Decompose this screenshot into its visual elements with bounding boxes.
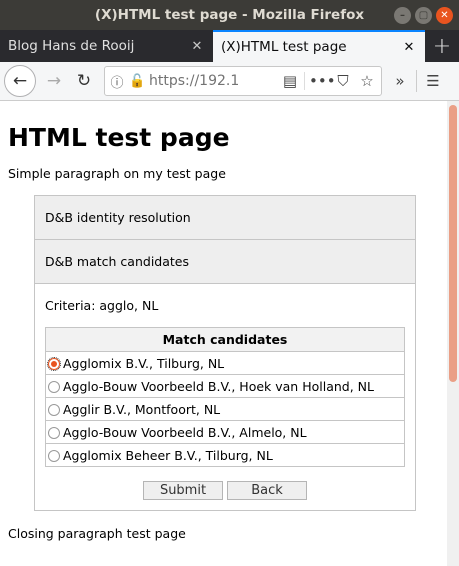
accordion-header-label: D&B match candidates bbox=[45, 254, 189, 269]
criteria-text: Criteria: agglo, NL bbox=[45, 298, 159, 313]
insecure-lock-icon[interactable]: 🔓 bbox=[129, 74, 145, 89]
match-candidates-table: Match candidates Agglomix B.V., Tilburg,… bbox=[45, 327, 405, 467]
table-row[interactable]: Agglomix B.V., Tilburg, NL bbox=[45, 351, 405, 375]
url-bar[interactable]: ⓘ 🔓 https://192.1 ▤ ••• ⛉ ☆ bbox=[104, 66, 382, 96]
forward-icon[interactable]: → bbox=[40, 67, 68, 95]
close-tab-icon[interactable]: ✕ bbox=[189, 39, 205, 54]
scrollbar-thumb[interactable] bbox=[449, 105, 457, 382]
candidate-label[interactable]: Agglomix Beheer B.V., Tilburg, NL bbox=[63, 448, 273, 463]
radio-button[interactable] bbox=[47, 357, 61, 371]
candidate-label[interactable]: Agglo-Bouw Voorbeeld B.V., Almelo, NL bbox=[63, 425, 307, 440]
url-text[interactable]: https://192.1 bbox=[149, 73, 276, 89]
close-tab-icon[interactable]: ✕ bbox=[401, 40, 417, 55]
overflow-icon[interactable]: » bbox=[390, 72, 410, 90]
table-row[interactable]: Agglomix Beheer B.V., Tilburg, NL bbox=[45, 443, 405, 467]
toolbar-separator bbox=[416, 70, 417, 92]
form-buttons: Submit Back bbox=[45, 481, 405, 500]
table-row[interactable]: Agglo-Bouw Voorbeeld B.V., Almelo, NL bbox=[45, 420, 405, 444]
page-actions-icon[interactable]: ••• bbox=[309, 72, 336, 90]
accordion: D&B identity resolution D&B match candid… bbox=[34, 195, 416, 511]
maximize-icon[interactable]: ▢ bbox=[415, 7, 432, 24]
toolbar-right: » ☰ bbox=[390, 70, 443, 92]
accordion-header-label: D&B identity resolution bbox=[45, 210, 191, 225]
candidate-label[interactable]: Agglir B.V., Montfoort, NL bbox=[63, 402, 220, 417]
info-icon[interactable]: ⓘ bbox=[109, 72, 125, 91]
tab-label: (X)HTML test page bbox=[221, 39, 347, 55]
tab-label: Blog Hans de Rooij bbox=[8, 38, 135, 54]
page-title: HTML test page bbox=[8, 123, 230, 152]
radio-button[interactable] bbox=[48, 427, 60, 439]
scrollbar[interactable] bbox=[447, 101, 459, 566]
menu-icon[interactable]: ☰ bbox=[423, 72, 443, 90]
back-icon[interactable]: ← bbox=[4, 65, 36, 97]
closing-paragraph: Closing paragraph test page bbox=[8, 526, 186, 541]
table-header: Match candidates bbox=[45, 327, 405, 352]
tab-bar: Blog Hans de Rooij ✕ (X)HTML test page ✕… bbox=[0, 30, 459, 62]
page-content: HTML test page Simple paragraph on my te… bbox=[0, 101, 447, 566]
accordion-panel: Criteria: agglo, NL Match candidates Agg… bbox=[35, 284, 415, 510]
radio-button[interactable] bbox=[48, 404, 60, 416]
new-tab-icon[interactable]: + bbox=[425, 30, 459, 62]
reader-view-icon[interactable]: ▤ bbox=[280, 72, 300, 90]
candidate-label[interactable]: Agglo-Bouw Voorbeeld B.V., Hoek van Holl… bbox=[63, 379, 374, 394]
window-title: (X)HTML test page - Mozilla Firefox bbox=[94, 7, 365, 23]
reload-icon[interactable]: ↻ bbox=[70, 67, 98, 95]
minimize-icon[interactable]: – bbox=[394, 7, 411, 24]
url-separator bbox=[304, 72, 305, 90]
radio-button[interactable] bbox=[48, 381, 60, 393]
pocket-icon[interactable]: ⛉ bbox=[333, 72, 353, 90]
candidate-label[interactable]: Agglomix B.V., Tilburg, NL bbox=[63, 356, 224, 371]
accordion-header-match-candidates[interactable]: D&B match candidates bbox=[35, 240, 415, 284]
tab-blog[interactable]: Blog Hans de Rooij ✕ bbox=[0, 30, 213, 62]
submit-button[interactable]: Submit bbox=[143, 481, 223, 500]
bookmark-star-icon[interactable]: ☆ bbox=[357, 72, 377, 90]
table-row[interactable]: Agglir B.V., Montfoort, NL bbox=[45, 397, 405, 421]
back-button[interactable]: Back bbox=[227, 481, 307, 500]
accordion-header-identity-resolution[interactable]: D&B identity resolution bbox=[35, 196, 415, 240]
intro-paragraph: Simple paragraph on my test page bbox=[8, 166, 226, 181]
window-controls: – ▢ ✕ bbox=[394, 7, 453, 24]
close-window-icon[interactable]: ✕ bbox=[436, 7, 453, 24]
tab-html-test-page[interactable]: (X)HTML test page ✕ bbox=[213, 30, 425, 62]
radio-button[interactable] bbox=[48, 450, 60, 462]
table-row[interactable]: Agglo-Bouw Voorbeeld B.V., Hoek van Holl… bbox=[45, 374, 405, 398]
window-titlebar: (X)HTML test page - Mozilla Firefox – ▢ … bbox=[0, 0, 459, 30]
navigation-toolbar: ← → ↻ ⓘ 🔓 https://192.1 ▤ ••• ⛉ ☆ » ☰ bbox=[0, 62, 459, 101]
